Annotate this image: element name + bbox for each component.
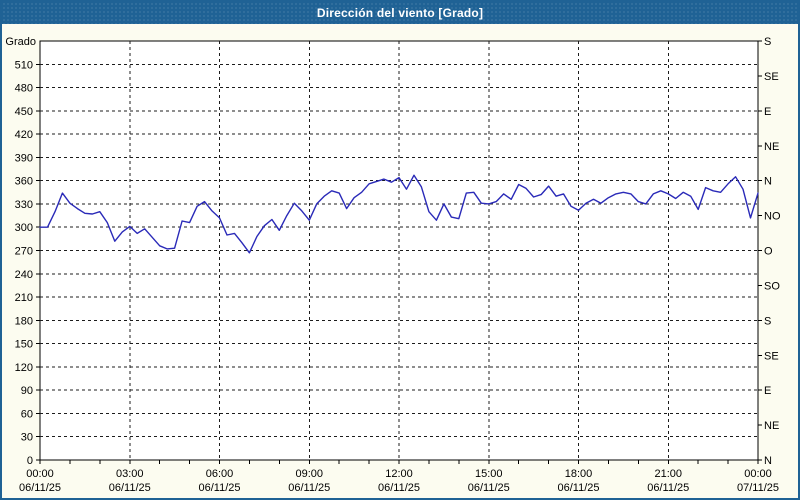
svg-text:450: 450 <box>15 106 33 118</box>
title-bar: Dirección del viento [Grado] <box>2 2 798 24</box>
svg-text:E: E <box>764 106 771 118</box>
svg-text:360: 360 <box>15 176 33 188</box>
x-axis-labels: 00:00 06/11/25 03:00 06/11/25 06:00 06/11/25 0… <box>19 468 779 494</box>
svg-text:12:00: 12:00 <box>385 468 413 480</box>
svg-text:90: 90 <box>21 385 33 397</box>
svg-text:180: 180 <box>15 315 33 327</box>
svg-text:06/11/25: 06/11/25 <box>198 482 240 494</box>
svg-text:06/11/25: 06/11/25 <box>378 482 420 494</box>
svg-text:09:00: 09:00 <box>295 468 323 480</box>
svg-text:30: 30 <box>21 432 33 444</box>
svg-text:390: 390 <box>15 152 33 164</box>
svg-text:SE: SE <box>764 71 779 83</box>
svg-text:240: 240 <box>15 269 33 281</box>
svg-text:NE: NE <box>764 420 779 432</box>
svg-text:210: 210 <box>15 292 33 304</box>
x-axis-ticks <box>39 460 759 464</box>
svg-text:150: 150 <box>15 339 33 351</box>
svg-text:SO: SO <box>764 280 780 292</box>
svg-text:Grado: Grado <box>5 36 36 48</box>
svg-text:E: E <box>764 385 771 397</box>
chart-window: Dirección del viento [Grado] 0 30 60 90 120 1… <box>0 0 800 500</box>
svg-text:21:00: 21:00 <box>654 468 682 480</box>
svg-text:300: 300 <box>15 222 33 234</box>
svg-text:NE: NE <box>764 141 779 153</box>
svg-text:06/11/25: 06/11/25 <box>647 482 689 494</box>
svg-text:N: N <box>764 455 772 467</box>
svg-text:06/11/25: 06/11/25 <box>19 482 61 494</box>
svg-text:420: 420 <box>15 129 33 141</box>
svg-text:510: 510 <box>15 59 33 71</box>
svg-text:00:00: 00:00 <box>744 468 772 480</box>
svg-text:06/11/25: 06/11/25 <box>109 482 151 494</box>
y-axis-left: 0 30 60 90 120 150 180 210 240 270 300 330 360 390 420… <box>15 59 40 467</box>
svg-text:270: 270 <box>15 246 33 258</box>
y-axis-title: Grado <box>5 36 36 48</box>
chart-area: 0 30 60 90 120 150 180 210 240 270 300 330 360 390 420… <box>2 24 798 498</box>
svg-text:N: N <box>764 176 772 188</box>
svg-text:SE: SE <box>764 350 779 362</box>
svg-text:NO: NO <box>764 211 781 223</box>
svg-text:06/11/25: 06/11/25 <box>288 482 330 494</box>
svg-text:06:00: 06:00 <box>206 468 234 480</box>
svg-text:0: 0 <box>27 455 33 467</box>
y-axis-right: N NE E SE S SO O NO N NE E SE S <box>758 36 781 467</box>
svg-text:S: S <box>764 36 771 48</box>
svg-text:120: 120 <box>15 362 33 374</box>
svg-text:07/11/25: 07/11/25 <box>737 482 779 494</box>
svg-text:06/11/25: 06/11/25 <box>557 482 599 494</box>
svg-text:S: S <box>764 315 771 327</box>
svg-text:00:00: 00:00 <box>26 468 54 480</box>
svg-text:O: O <box>764 246 773 258</box>
svg-text:60: 60 <box>21 408 33 420</box>
svg-text:480: 480 <box>15 83 33 95</box>
svg-text:18:00: 18:00 <box>565 468 593 480</box>
svg-text:03:00: 03:00 <box>116 468 144 480</box>
svg-text:06/11/25: 06/11/25 <box>468 482 510 494</box>
chart-title: Dirección del viento [Grado] <box>316 6 484 20</box>
svg-text:330: 330 <box>15 199 33 211</box>
svg-text:15:00: 15:00 <box>475 468 503 480</box>
wind-direction-chart: 0 30 60 90 120 150 180 210 240 270 300 330 360 390 420… <box>5 36 781 494</box>
